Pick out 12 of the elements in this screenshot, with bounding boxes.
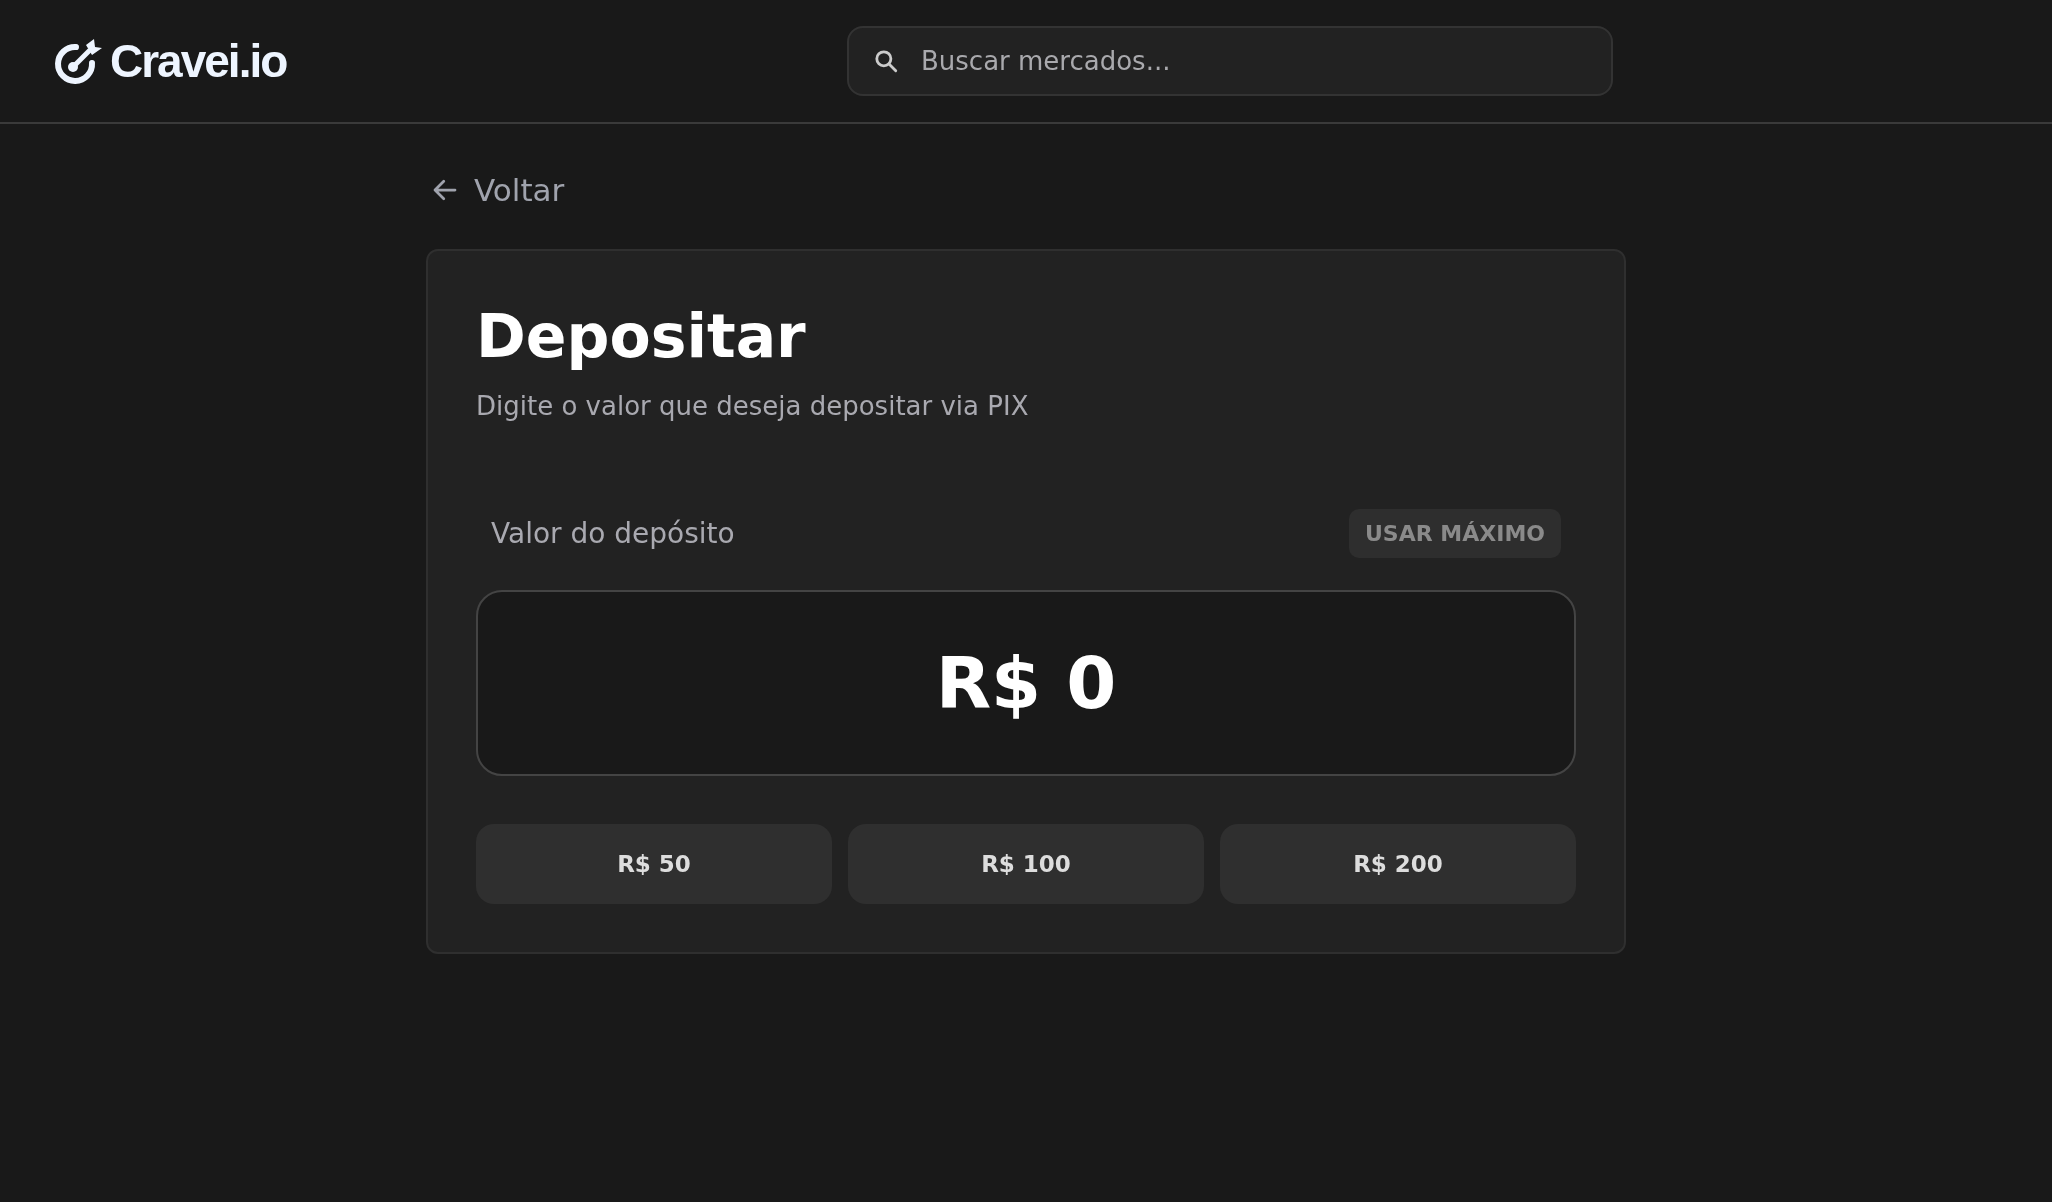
amount-label: Valor do depósito	[491, 517, 735, 550]
quick-amount-button[interactable]: R$ 200	[1220, 824, 1576, 904]
card-title: Depositar	[476, 301, 807, 371]
card-subtitle: Digite o valor que deseja depositar via PIX	[476, 391, 1030, 421]
quick-amount-button[interactable]: R$ 50	[476, 824, 832, 904]
back-link[interactable]: Voltar	[430, 172, 565, 208]
quick-amount-button[interactable]: R$ 100	[848, 824, 1204, 904]
use-max-button[interactable]: USAR MÁXIMO	[1349, 509, 1561, 558]
amount-field[interactable]: R$ 0	[476, 590, 1576, 776]
target-arrow-icon	[54, 37, 104, 85]
logo-text[interactable]: Cravei.io	[110, 34, 287, 88]
search-field[interactable]: Buscar mercados...	[847, 26, 1613, 96]
